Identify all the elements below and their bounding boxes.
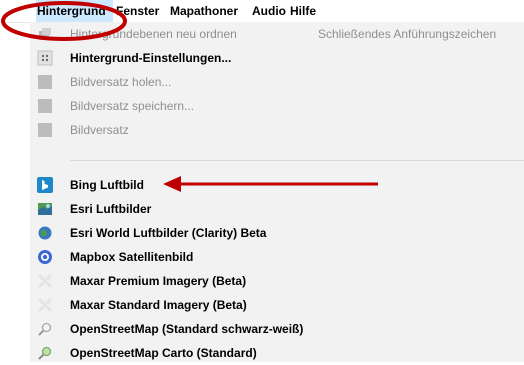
maxar-icon: [37, 273, 53, 289]
menu-hintergrund[interactable]: Hintergrund: [36, 0, 113, 22]
menu-separator: [70, 160, 524, 161]
offset-save-icon: [38, 99, 52, 113]
menu-item-maxar-premium[interactable]: Maxar Premium Imagery (Beta): [30, 269, 524, 293]
menu-mapathoner[interactable]: Mapathoner: [170, 0, 238, 22]
menu-hilfe[interactable]: Hilfe: [290, 0, 316, 22]
menu-item-osm-carto[interactable]: OpenStreetMap Carto (Standard): [30, 341, 524, 365]
menu-item-background-settings[interactable]: Hintergrund-Einstellungen...: [30, 46, 524, 70]
osm-carto-icon: [38, 346, 52, 360]
menu-item-label: Mapbox Satellitenbild: [70, 250, 194, 264]
mapbox-icon: [38, 250, 52, 264]
menu-item-save-offset[interactable]: Bildversatz speichern...: [30, 94, 524, 118]
menu-item-esri-aerial[interactable]: Esri Luftbilder: [30, 197, 524, 221]
menu-item-label: Maxar Standard Imagery (Beta): [70, 298, 247, 312]
layers-reorder-icon: [39, 28, 51, 40]
menu-item-offset[interactable]: Bildversatz: [30, 118, 524, 142]
menu-item-reorder-layers[interactable]: Hintergrundebenen neu ordnen Schließende…: [30, 22, 524, 46]
menu-item-get-offset[interactable]: Bildversatz holen...: [30, 70, 524, 94]
menu-item-label: Bildversatz: [70, 123, 129, 137]
bing-icon: [37, 177, 53, 193]
menu-item-label: Esri Luftbilder: [70, 202, 152, 216]
menu-item-esri-clarity[interactable]: Esri World Luftbilder (Clarity) Beta: [30, 221, 524, 245]
menu-item-maxar-standard[interactable]: Maxar Standard Imagery (Beta): [30, 293, 524, 317]
maxar-icon: [37, 297, 53, 313]
menu-item-label: Maxar Premium Imagery (Beta): [70, 274, 247, 288]
menu-fenster[interactable]: Fenster: [116, 0, 159, 22]
menu-item-label: Esri World Luftbilder (Clarity) Beta: [70, 226, 267, 240]
menu-item-label: OpenStreetMap (Standard schwarz-weiß): [70, 322, 304, 336]
offset-icon: [38, 123, 52, 137]
menu-item-shortcut: Schließendes Anführungszeichen: [318, 27, 497, 41]
menu-item-osm-bw[interactable]: OpenStreetMap (Standard schwarz-weiß): [30, 317, 524, 341]
menu-item-label: Hintergrund-Einstellungen...: [70, 51, 232, 65]
menu-item-label: Bing Luftbild: [70, 178, 144, 192]
menu-item-bing-aerial[interactable]: Bing Luftbild: [30, 173, 524, 197]
settings-dots-icon: [37, 50, 53, 66]
globe-icon: [38, 226, 52, 240]
menu-item-label: Bildversatz speichern...: [70, 99, 195, 113]
menu-item-label: OpenStreetMap Carto (Standard): [70, 346, 257, 360]
menu-item-mapbox-satellite[interactable]: Mapbox Satellitenbild: [30, 245, 524, 269]
menu-bar: Hintergrund Fenster Mapathoner Audio Hil…: [0, 0, 524, 23]
offset-download-icon: [38, 75, 52, 89]
menu-item-label: Hintergrundebenen neu ordnen: [70, 27, 237, 41]
osm-magnifier-icon: [38, 322, 52, 336]
esri-map-icon: [38, 203, 52, 215]
menu-audio[interactable]: Audio: [252, 0, 286, 22]
hintergrund-dropdown-menu: Hintergrundebenen neu ordnen Schließende…: [30, 22, 524, 362]
menu-item-label: Bildversatz holen...: [70, 75, 172, 89]
